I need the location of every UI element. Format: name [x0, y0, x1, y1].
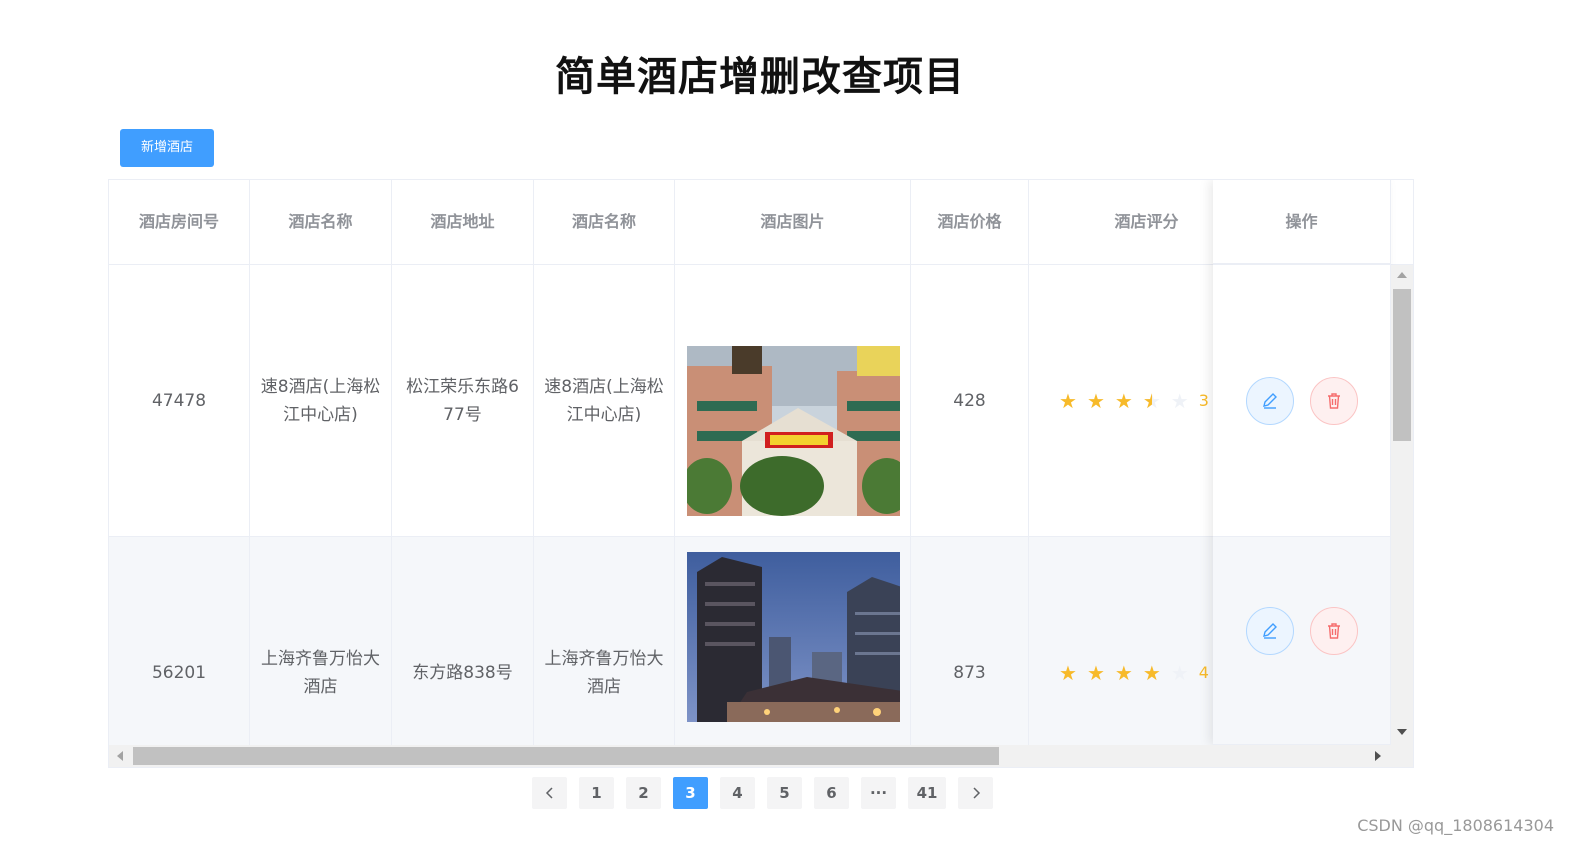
- rating-score: 4: [1198, 663, 1209, 682]
- header-room[interactable]: 酒店房间号: [109, 180, 250, 264]
- cell-image: [675, 265, 911, 537]
- trash-icon: [1327, 622, 1340, 639]
- cell-name-2: 速8酒店(上海松江中心店): [534, 265, 675, 537]
- header-operations: 操作: [1213, 180, 1391, 264]
- prev-page-button[interactable]: [532, 777, 567, 809]
- empty-star-icon[interactable]: ★: [1171, 663, 1189, 683]
- cell-name: 速8酒店(上海松江中心店): [250, 265, 392, 537]
- empty-star-icon[interactable]: ★: [1171, 391, 1189, 411]
- cell-name-2: 上海齐鲁万怡大酒店: [534, 537, 675, 745]
- cell-room: 56201: [109, 537, 250, 745]
- star-icon[interactable]: ★: [1143, 663, 1161, 683]
- cell-address: 东方路838号: [392, 537, 534, 745]
- star-icon[interactable]: ★: [1087, 391, 1105, 411]
- page-5[interactable]: 5: [767, 777, 802, 809]
- fixed-operations-column: 操作: [1213, 180, 1391, 745]
- edit-icon: [1262, 622, 1277, 639]
- hotel-image-qilu: [687, 552, 900, 722]
- edit-button[interactable]: [1245, 376, 1294, 425]
- page: 简单酒店增删改查项目 新增酒店 酒店房间号 酒店名称 酒店地址 酒店名称 酒店图…: [0, 0, 1596, 861]
- edit-button[interactable]: [1245, 606, 1294, 655]
- horizontal-scroll-thumb[interactable]: [133, 747, 999, 765]
- table-row[interactable]: 47478 速8酒店(上海松江中心店) 松江荣乐东路677号 速8酒店(上海松江…: [109, 265, 1391, 537]
- half-star-icon[interactable]: ★: [1143, 391, 1161, 411]
- header-address[interactable]: 酒店地址: [392, 180, 534, 264]
- table-row[interactable]: 56201 上海齐鲁万怡大酒店 东方路838号 上海齐鲁万怡大酒店 873 ★ …: [109, 537, 1391, 745]
- page-3-current[interactable]: 3: [673, 777, 708, 809]
- rating-stars[interactable]: ★ ★ ★ ★ ★ 4: [1059, 659, 1209, 687]
- rating-score: 3: [1198, 391, 1209, 410]
- trash-icon: [1327, 392, 1340, 409]
- vertical-scrollbar[interactable]: [1391, 265, 1413, 745]
- page-1[interactable]: 1: [579, 777, 614, 809]
- cell-price: 873: [911, 537, 1029, 745]
- star-icon[interactable]: ★: [1115, 391, 1133, 411]
- page-4[interactable]: 4: [720, 777, 755, 809]
- header-name-2[interactable]: 酒店名称: [534, 180, 675, 264]
- star-icon[interactable]: ★: [1059, 663, 1077, 683]
- hotel-table: 酒店房间号 酒店名称 酒店地址 酒店名称 酒店图片 酒店价格 酒店评分 4747…: [108, 179, 1414, 768]
- cell-address: 松江荣乐东路677号: [392, 265, 534, 537]
- cell-name: 上海齐鲁万怡大酒店: [250, 537, 392, 745]
- scroll-left-icon[interactable]: [117, 751, 123, 761]
- scroll-up-icon[interactable]: [1397, 272, 1407, 278]
- cell-room: 47478: [109, 265, 250, 537]
- rating-stars[interactable]: ★ ★ ★ ★ ★ 3: [1059, 387, 1209, 415]
- page-ellipsis[interactable]: ···: [861, 777, 896, 809]
- chevron-right-icon: [972, 787, 980, 799]
- delete-button[interactable]: [1309, 606, 1358, 655]
- watermark: CSDN @qq_1808614304: [1357, 816, 1554, 835]
- pagination: 1 2 3 4 5 6 ··· 41: [532, 777, 993, 809]
- star-icon[interactable]: ★: [1059, 391, 1077, 411]
- page-title: 简单酒店增删改查项目: [555, 54, 965, 100]
- scroll-down-icon[interactable]: [1397, 729, 1407, 735]
- add-hotel-button[interactable]: 新增酒店: [120, 129, 214, 167]
- header-image[interactable]: 酒店图片: [675, 180, 911, 264]
- star-icon[interactable]: ★: [1087, 663, 1105, 683]
- edit-icon: [1262, 392, 1277, 409]
- cell-price: 428: [911, 265, 1029, 537]
- row-actions: [1213, 265, 1391, 537]
- header-price[interactable]: 酒店价格: [911, 180, 1029, 264]
- next-page-button[interactable]: [958, 777, 993, 809]
- page-6[interactable]: 6: [814, 777, 849, 809]
- delete-button[interactable]: [1309, 376, 1358, 425]
- header-name[interactable]: 酒店名称: [250, 180, 392, 264]
- page-2[interactable]: 2: [626, 777, 661, 809]
- scroll-right-icon[interactable]: [1375, 751, 1381, 761]
- table-body: 47478 速8酒店(上海松江中心店) 松江荣乐东路677号 速8酒店(上海松江…: [109, 265, 1391, 745]
- row-actions: [1213, 537, 1391, 745]
- page-41[interactable]: 41: [908, 777, 946, 809]
- star-icon[interactable]: ★: [1115, 663, 1133, 683]
- hotel-image-sushi8: [687, 346, 900, 516]
- horizontal-scrollbar[interactable]: [109, 745, 1413, 767]
- chevron-left-icon: [545, 787, 553, 799]
- cell-image: [675, 537, 911, 745]
- vertical-scroll-thumb[interactable]: [1393, 289, 1411, 441]
